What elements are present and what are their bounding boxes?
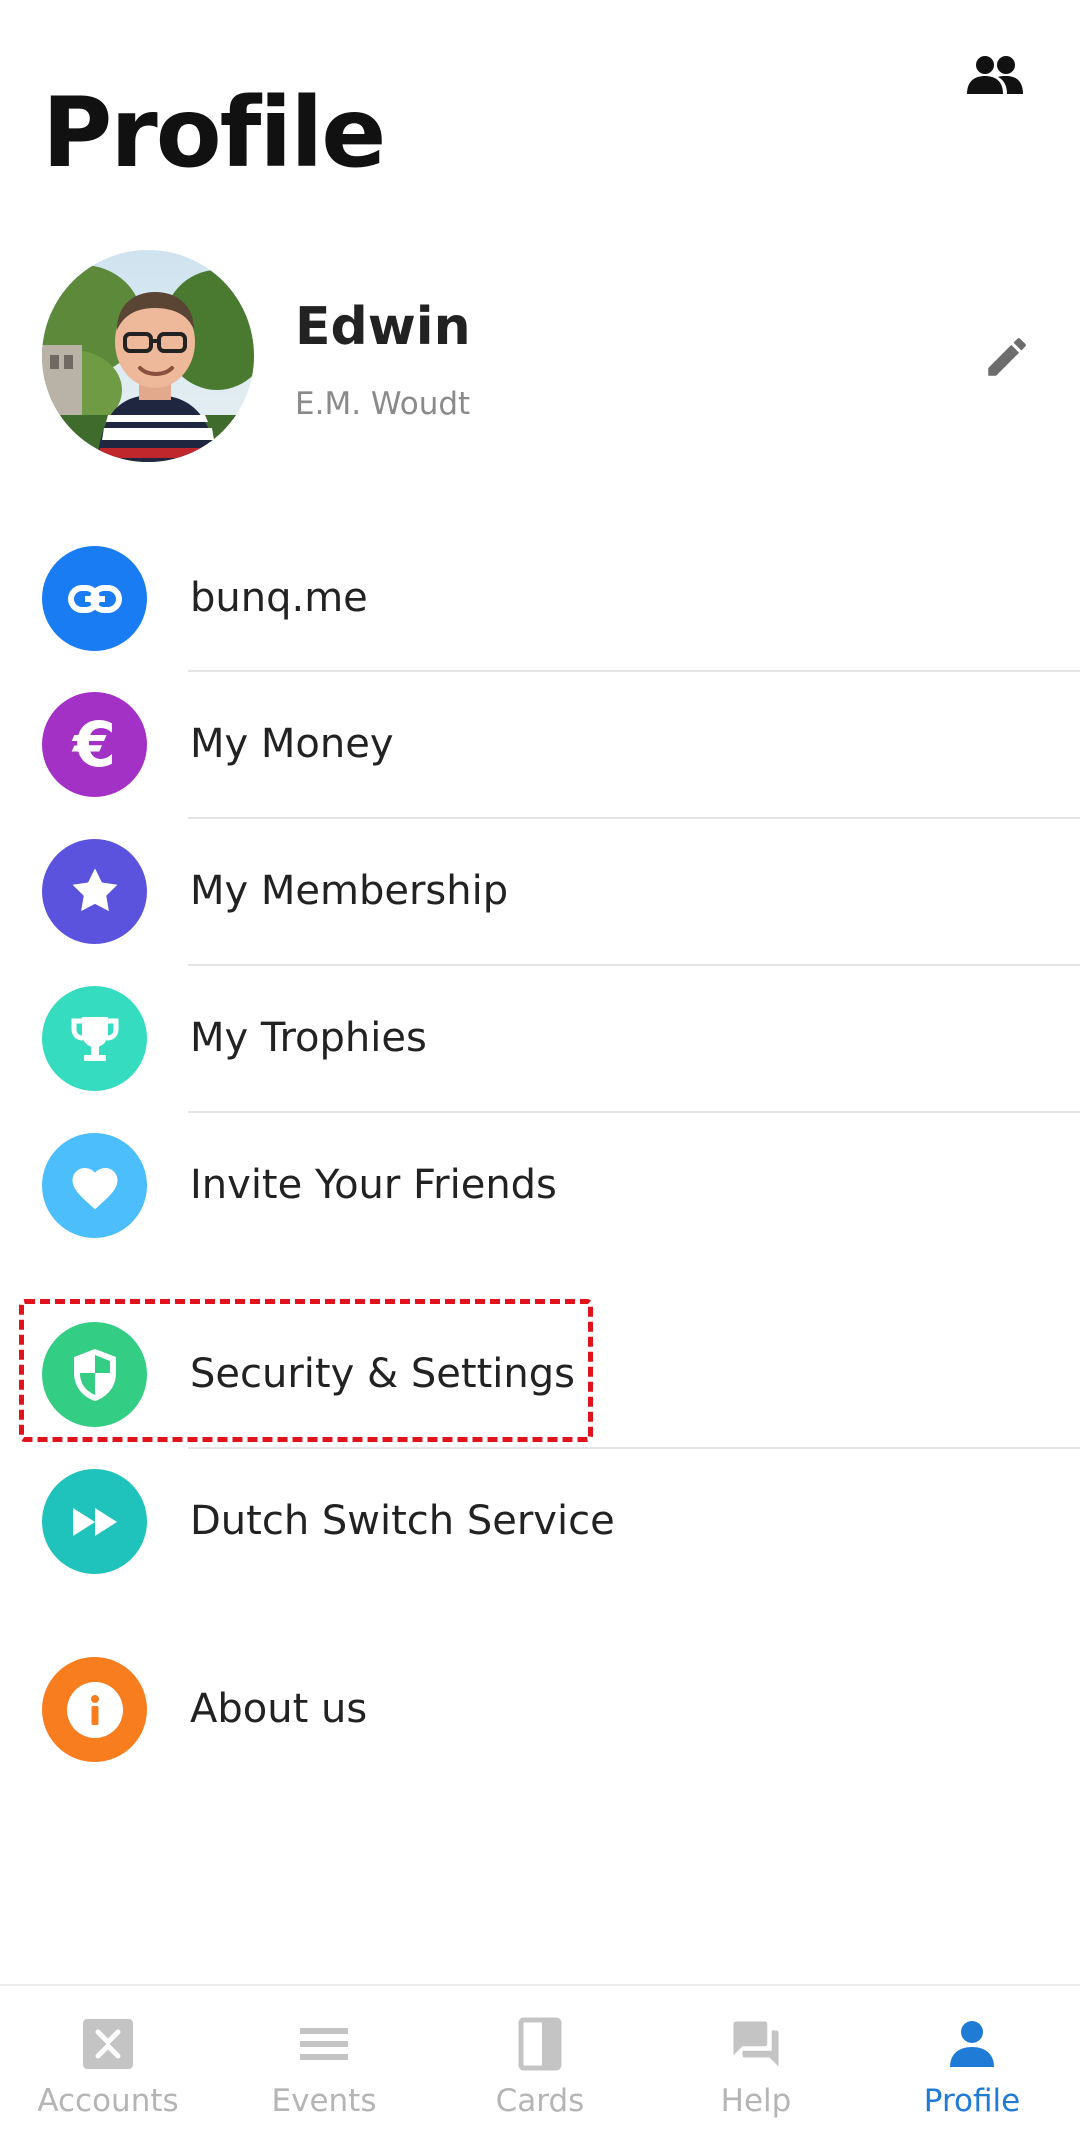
- menu-item-bunq-me[interactable]: bunq.me: [0, 525, 1080, 672]
- menu-item-label: My Money: [190, 721, 394, 767]
- shield-icon: [42, 1322, 147, 1427]
- list-icon: [294, 2014, 354, 2074]
- menu-item-my-trophies[interactable]: My Trophies: [0, 966, 1080, 1113]
- person-icon: [942, 2014, 1002, 2074]
- tab-label: Profile: [923, 2083, 1021, 2119]
- tab-label: Events: [271, 2083, 377, 2119]
- tab-events[interactable]: Events: [216, 1986, 432, 2136]
- link-icon: [42, 546, 147, 651]
- pencil-icon[interactable]: [975, 325, 1039, 389]
- menu-item-label: bunq.me: [190, 575, 368, 621]
- page-title: Profile: [42, 77, 386, 189]
- menu-item-about-us[interactable]: About us: [0, 1637, 1080, 1784]
- fast-forward-icon: [42, 1469, 147, 1574]
- tab-label: Help: [720, 2083, 792, 2119]
- menu-item-invite-your-friends[interactable]: Invite Your Friends: [0, 1113, 1080, 1260]
- profile-name: Edwin: [295, 297, 471, 357]
- menu-item-label: Invite Your Friends: [190, 1162, 557, 1208]
- tab-profile[interactable]: Profile: [864, 1986, 1080, 2136]
- tab-accounts[interactable]: Accounts: [0, 1986, 216, 2136]
- menu-item-security-settings[interactable]: Security & Settings: [0, 1302, 1080, 1449]
- menu-item-label: Security & Settings: [190, 1351, 575, 1397]
- tab-help[interactable]: Help: [648, 1986, 864, 2136]
- menu-item-label: Dutch Switch Service: [190, 1498, 615, 1544]
- trophy-icon: [42, 986, 147, 1091]
- menu-item-dutch-switch-service[interactable]: Dutch Switch Service: [0, 1449, 1080, 1596]
- menu-item-my-money[interactable]: € My Money: [0, 672, 1080, 819]
- euro-icon: €: [42, 692, 147, 797]
- cards-icon: [510, 2014, 570, 2074]
- avatar[interactable]: [42, 250, 254, 462]
- chat-icon: [726, 2014, 786, 2074]
- info-icon: [42, 1657, 147, 1762]
- tab-label: Accounts: [37, 2083, 179, 2119]
- bottom-tab-bar: Accounts Events Cards Help Profile: [0, 1984, 1080, 2136]
- tab-cards[interactable]: Cards: [432, 1986, 648, 2136]
- people-icon[interactable]: [960, 50, 1030, 100]
- star-icon: [42, 839, 147, 944]
- heart-icon: [42, 1133, 147, 1238]
- accounts-icon: [78, 2014, 138, 2074]
- tab-label: Cards: [495, 2083, 585, 2119]
- menu-item-my-membership[interactable]: My Membership: [0, 819, 1080, 966]
- menu-item-label: About us: [190, 1686, 368, 1732]
- menu-item-label: My Trophies: [190, 1015, 427, 1061]
- menu-item-label: My Membership: [190, 868, 509, 914]
- profile-full-name: E.M. Woudt: [295, 386, 471, 422]
